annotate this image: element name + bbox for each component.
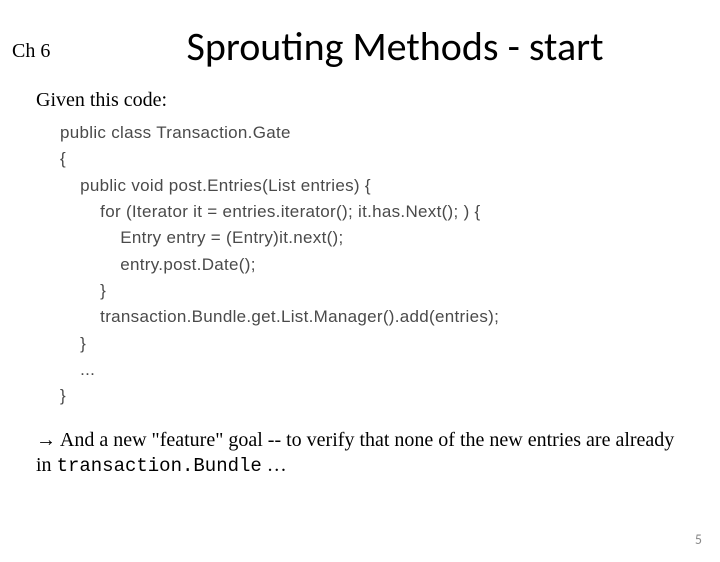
slide-title: Sprouting Methods - start [110,22,680,71]
chapter-label: Ch 6 [12,40,50,63]
footer-mono: transaction.Bundle [57,455,262,477]
footer-text: → And a new "feature" goal -- to verify … [36,428,684,479]
arrow-icon: → [36,429,56,451]
given-label: Given this code: [36,89,720,112]
footer-part2: … [262,454,287,476]
code-block: public class Transaction.Gate { public v… [60,120,720,410]
